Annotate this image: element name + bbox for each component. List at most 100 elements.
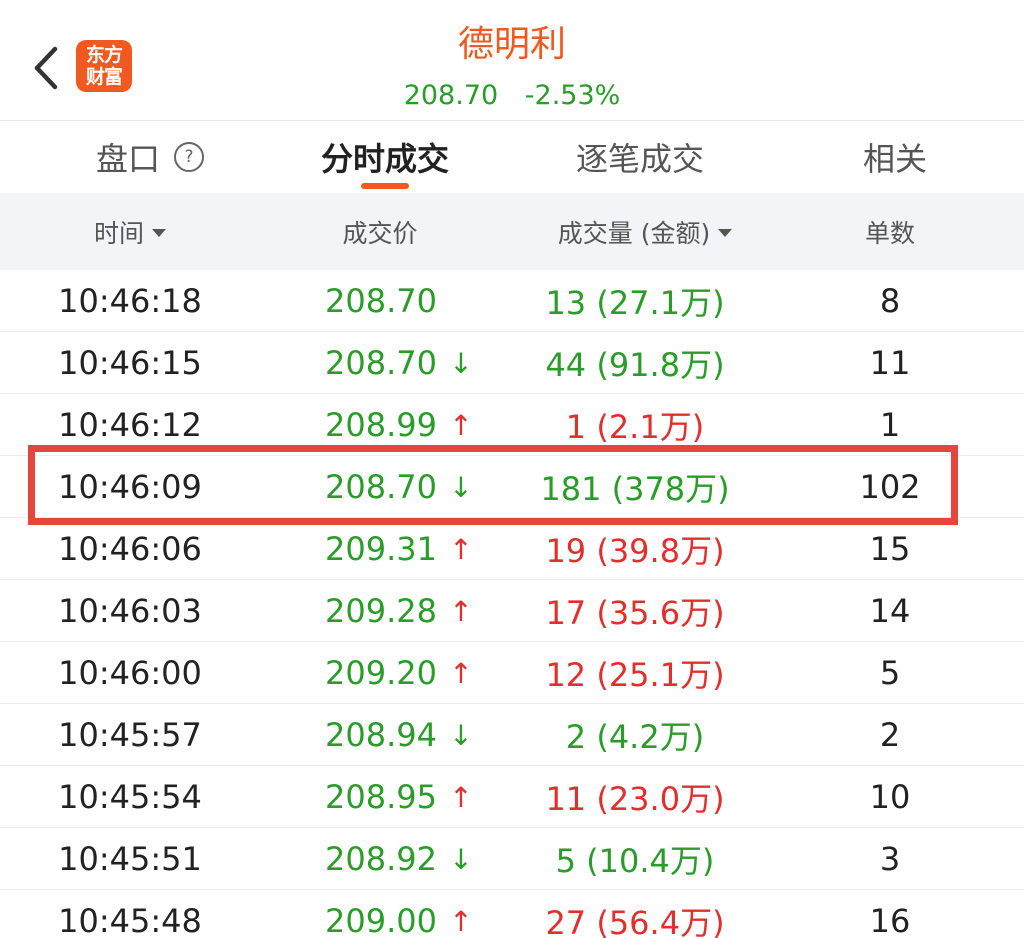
arrow-down-icon: ↓ <box>449 718 473 752</box>
trade-volume: 181 (378万) <box>540 470 730 508</box>
arrow-up-icon: ↑ <box>449 408 473 442</box>
trade-price-value: 208.70 <box>325 282 437 320</box>
trade-count: 2 <box>879 716 901 754</box>
trade-price: 208.92 ↓ <box>290 828 510 890</box>
trade-volume: 17 (35.6万) <box>545 594 725 632</box>
tab-time-trades-label: 分时成交 <box>320 140 449 178</box>
trade-volume: 27 (56.4万) <box>545 904 725 938</box>
trade-price: 209.28 ↑ <box>290 580 510 642</box>
trade-volume: 5 (10.4万) <box>555 842 715 880</box>
column-header-count-label: 单数 <box>864 218 915 248</box>
trade-time: 10:46:06 <box>58 530 202 568</box>
arrow-up-icon: ↑ <box>449 904 473 938</box>
trade-time: 10:46:15 <box>58 344 202 382</box>
tab-tick-trades-label: 逐笔成交 <box>575 140 704 178</box>
help-icon[interactable]: ? <box>174 142 204 172</box>
trade-price: 208.70 ↓ <box>290 332 510 394</box>
column-header-time[interactable]: 时间 <box>40 193 220 270</box>
tab-order-book-label: 盘口 <box>95 140 160 178</box>
trade-volume: 1 (2.1万) <box>565 408 705 446</box>
trade-price-value: 208.94 <box>325 716 437 754</box>
table-row[interactable]: 10:45:54 208.95 ↑ 11 (23.0万) 10 <box>0 766 1024 828</box>
arrow-up-icon: ↑ <box>449 656 473 690</box>
caret-down-icon <box>718 229 733 237</box>
trade-volume: 13 (27.1万) <box>545 284 725 322</box>
trade-volume: 2 (4.2万) <box>565 718 705 756</box>
trade-price: 209.20 ↑ <box>290 642 510 704</box>
column-header-volume-label: 成交量 (金额) <box>557 218 711 248</box>
table-row[interactable]: 10:45:48 209.00 ↑ 27 (56.4万) 16 <box>0 890 1024 938</box>
trade-count: 11 <box>869 344 911 382</box>
trade-price: 208.94 ↓ <box>290 704 510 766</box>
trade-price-value: 209.28 <box>325 592 437 630</box>
table-row[interactable]: 10:46:12 208.99 ↑ 1 (2.1万) 1 <box>0 394 1024 456</box>
column-header-price-label: 成交价 <box>342 218 418 248</box>
trade-price-value: 209.31 <box>325 530 437 568</box>
table-row[interactable]: 10:46:09 208.70 ↓ 181 (378万) 102 <box>0 456 1024 518</box>
column-header-price: 成交价 <box>300 193 460 270</box>
trade-price: 208.95 ↑ <box>290 766 510 828</box>
trade-price-value: 208.70 <box>325 468 437 506</box>
trade-price-value: 208.99 <box>325 406 437 444</box>
trade-price-value: 208.70 <box>325 344 437 382</box>
trade-price: 208.70 ↓ <box>290 456 510 518</box>
table-row[interactable]: 10:46:03 209.28 ↑ 17 (35.6万) 14 <box>0 580 1024 642</box>
table-row[interactable]: 10:46:18 208.70↓ 13 (27.1万) 8 <box>0 270 1024 332</box>
table-row[interactable]: 10:46:15 208.70 ↓ 44 (91.8万) 11 <box>0 332 1024 394</box>
arrow-down-icon: ↓ <box>449 346 473 380</box>
trade-time: 10:46:00 <box>58 654 202 692</box>
column-header-time-label: 时间 <box>93 218 144 248</box>
trade-list[interactable]: 10:46:18208.70↓13 (27.1万)810:46:15208.70… <box>0 270 1024 938</box>
trade-count: 16 <box>869 902 911 938</box>
trade-price-value: 208.95 <box>325 778 437 816</box>
trade-price: 209.31 ↑ <box>290 518 510 580</box>
column-header-volume[interactable]: 成交量 (金额) <box>525 193 765 270</box>
trade-volume: 12 (25.1万) <box>545 656 725 694</box>
arrow-down-icon: ↓ <box>449 842 473 876</box>
tab-order-book[interactable]: 盘口 ? <box>70 121 230 193</box>
trade-time: 10:45:48 <box>58 902 202 938</box>
trade-time: 10:45:57 <box>58 716 202 754</box>
trade-count: 3 <box>879 840 901 878</box>
column-header-count: 单数 <box>830 193 950 270</box>
trade-count: 14 <box>869 592 911 630</box>
trade-count: 102 <box>859 468 921 506</box>
arrow-up-icon: ↑ <box>449 594 473 628</box>
column-header: 时间 成交价 成交量 (金额) 单数 <box>0 193 1024 270</box>
top-bar: 东方 财富 德明利 208.70 -2.53% <box>0 0 1024 121</box>
trade-detail-screen: 东方 财富 德明利 208.70 -2.53% 盘口 ? 分时成交 逐笔成交 相… <box>0 0 1024 938</box>
trade-volume: 19 (39.8万) <box>545 532 725 570</box>
trade-time: 10:45:54 <box>58 778 202 816</box>
tab-tick-trades[interactable]: 逐笔成交 <box>555 121 725 193</box>
trade-count: 1 <box>879 406 901 444</box>
trade-price-value: 209.00 <box>325 902 437 938</box>
trade-price: 208.70↓ <box>290 270 510 332</box>
trade-count: 15 <box>869 530 911 568</box>
tab-related-label: 相关 <box>862 140 927 178</box>
trade-time: 10:45:51 <box>58 840 202 878</box>
trade-time: 10:46:09 <box>58 468 202 506</box>
caret-down-icon <box>152 229 166 237</box>
stock-change: -2.53% <box>524 80 621 111</box>
stock-quote: 208.70 -2.53% <box>0 76 1024 116</box>
table-row[interactable]: 10:45:57 208.94 ↓ 2 (4.2万) 2 <box>0 704 1024 766</box>
tab-bar: 盘口 ? 分时成交 逐笔成交 相关 <box>0 121 1024 193</box>
trade-count: 8 <box>879 282 901 320</box>
trade-time: 10:46:03 <box>58 592 202 630</box>
stock-price: 208.70 <box>403 80 499 111</box>
trade-price: 208.99 ↑ <box>290 394 510 456</box>
table-row[interactable]: 10:46:00 209.20 ↑ 12 (25.1万) 5 <box>0 642 1024 704</box>
arrow-up-icon: ↑ <box>449 532 473 566</box>
tab-related[interactable]: 相关 <box>835 121 955 193</box>
table-row[interactable]: 10:46:06 209.31 ↑ 19 (39.8万) 15 <box>0 518 1024 580</box>
trade-count: 5 <box>879 654 901 692</box>
trade-volume: 44 (91.8万) <box>545 346 725 384</box>
trade-price: 209.00 ↑ <box>290 890 510 938</box>
trade-time: 10:46:12 <box>58 406 202 444</box>
arrow-down-icon: ↓ <box>449 470 473 504</box>
trade-volume: 11 (23.0万) <box>545 780 725 818</box>
table-row[interactable]: 10:45:51 208.92 ↓ 5 (10.4万) 3 <box>0 828 1024 890</box>
trade-price-value: 209.20 <box>325 654 437 692</box>
stock-name: 德明利 <box>457 24 566 65</box>
active-tab-indicator <box>361 183 409 189</box>
